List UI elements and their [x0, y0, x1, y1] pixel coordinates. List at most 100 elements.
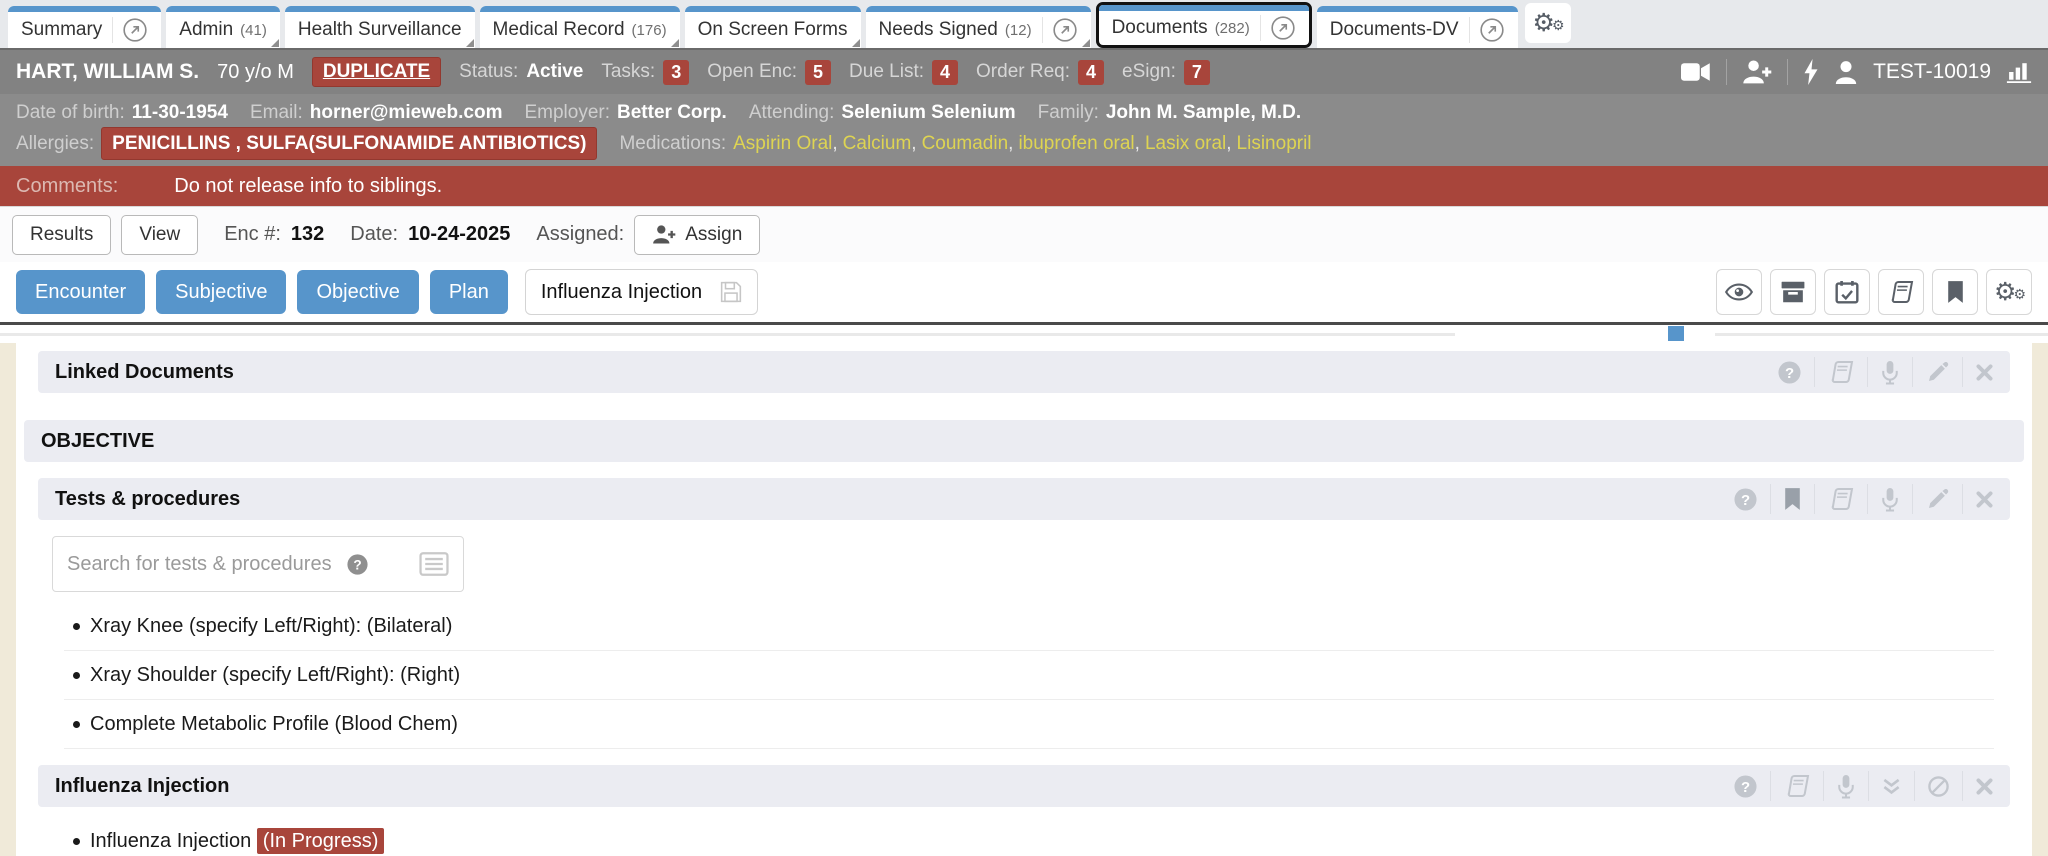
section-title: Tests & procedures	[55, 488, 240, 511]
nav-button-subjective[interactable]: Subjective	[156, 270, 286, 314]
results-button[interactable]: Results	[12, 215, 111, 255]
view-button[interactable]: View	[121, 215, 198, 255]
save-icon[interactable]	[720, 281, 742, 303]
microphone-button[interactable]	[1868, 487, 1912, 512]
counter-badge[interactable]: 3	[663, 60, 689, 85]
popout-icon[interactable]	[1042, 17, 1078, 43]
field-value-attending: Selenium Selenium	[841, 98, 1015, 127]
allergies-badge[interactable]: PENICILLINS , SULFA(SULFONAMIDE ANTIBIOT…	[101, 127, 597, 160]
nav-button-encounter[interactable]: Encounter	[16, 270, 145, 314]
tab-documents-dv[interactable]: Documents-DV	[1317, 6, 1518, 48]
pencil-button[interactable]	[1913, 361, 1962, 384]
tab-needs-signed[interactable]: Needs Signed(12)	[866, 6, 1091, 48]
counter-badge[interactable]: 4	[1078, 60, 1104, 85]
help-icon: ?	[1734, 488, 1757, 511]
calendar-check-button[interactable]	[1824, 269, 1870, 315]
medication-link-lasix-oral[interactable]: Lasix oral	[1145, 133, 1226, 154]
person-add-icon[interactable]	[1742, 60, 1772, 84]
med-separator: ,	[1226, 133, 1231, 154]
popout-icon[interactable]	[1260, 15, 1296, 41]
user-id[interactable]: TEST-10019	[1873, 60, 1991, 84]
counter-label: eSign:	[1122, 61, 1176, 83]
scrollbar-thumb[interactable]	[1668, 326, 1684, 341]
close-button[interactable]	[1963, 364, 2006, 381]
tab-medical-record[interactable]: Medical Record(176)	[480, 6, 680, 48]
tab-documents[interactable]: Documents(282)	[1096, 2, 1312, 48]
field-label-email: Email:	[250, 98, 303, 127]
chart-icon[interactable]	[2006, 61, 2032, 83]
tab-on-screen-forms[interactable]: On Screen Forms	[685, 6, 861, 48]
microphone-button[interactable]	[1868, 360, 1912, 385]
medication-link-lisinopril[interactable]: Lisinopril	[1237, 133, 1312, 154]
archive-button[interactable]	[1770, 269, 1816, 315]
microphone-button[interactable]	[1824, 774, 1868, 799]
patient-counter-due-list: Due List:4	[849, 60, 958, 85]
calendar-check-icon	[1835, 280, 1859, 304]
pencil-button[interactable]	[1913, 488, 1962, 511]
tests-search-input[interactable]	[67, 553, 349, 576]
counter-badge[interactable]: 5	[805, 60, 831, 85]
chevrons-down-button[interactable]	[1869, 778, 1914, 795]
medication-link-calcium[interactable]: Calcium	[843, 133, 912, 154]
tab-settings-button[interactable]: ⚙⚙	[1525, 3, 1571, 43]
eye-button[interactable]	[1716, 269, 1762, 315]
medication-link-ibuprofen-oral[interactable]: ibuprofen oral	[1018, 133, 1134, 154]
medication-link-coumadin[interactable]: Coumadin	[922, 133, 1009, 154]
book-button[interactable]	[1771, 774, 1823, 798]
test-item: Xray Knee (specify Left/Right): (Bilater…	[64, 602, 1994, 651]
patient-counter-esign: eSign: 7	[1122, 60, 1210, 85]
demographics-panel: Date of birth:11-30-1954Email:horner@mie…	[0, 94, 2048, 166]
book-button[interactable]	[1815, 487, 1867, 511]
book-button[interactable]	[1815, 360, 1867, 384]
prohibit-button[interactable]	[1915, 776, 1962, 797]
help-button[interactable]: ?	[1721, 775, 1770, 798]
medication-link-aspirin-oral[interactable]: Aspirin Oral	[733, 133, 832, 154]
popout-icon[interactable]	[112, 17, 148, 43]
tab-summary[interactable]: Summary	[8, 6, 161, 48]
patient-counters: Tasks:3Open Enc:5Due List:4Order Req:4eS…	[601, 60, 1210, 85]
comments-bar: Comments: Do not release info to sibling…	[0, 166, 2048, 206]
help-icon[interactable]: ?	[347, 554, 368, 575]
counter-badge[interactable]: 7	[1184, 60, 1210, 85]
nav-button-plan[interactable]: Plan	[430, 270, 508, 314]
svg-text:?: ?	[1741, 491, 1750, 508]
counter-badge[interactable]: 4	[932, 60, 958, 85]
duplicate-badge[interactable]: DUPLICATE	[312, 57, 441, 87]
field-value-date-of-birth: 11-30-1954	[132, 98, 228, 127]
gears-icon: ⚙⚙	[1533, 9, 1563, 37]
influenza-list: Influenza Injection (In Progress)	[64, 817, 1994, 856]
divider	[1787, 59, 1788, 85]
popout-icon[interactable]	[1469, 17, 1505, 43]
close-button[interactable]	[1963, 778, 2006, 795]
patient-name: HART, WILLIAM S.	[16, 60, 199, 84]
patient-counter-tasks: Tasks:3	[601, 60, 689, 85]
allergies-label: Allergies:	[16, 129, 94, 158]
bookmark-button[interactable]	[1932, 269, 1978, 315]
help-button[interactable]: ?	[1721, 488, 1770, 511]
bookmark-button[interactable]	[1771, 488, 1814, 510]
gears-button[interactable]: ⚙⚙	[1986, 269, 2032, 315]
field-label-date-of-birth: Date of birth:	[16, 98, 125, 127]
tab-count: (12)	[1005, 22, 1032, 39]
demographics-row2: Allergies: PENICILLINS , SULFA(SULFONAMI…	[16, 127, 2032, 160]
tab-health-surveillance[interactable]: Health Surveillance	[285, 6, 475, 48]
help-button[interactable]: ?	[1765, 361, 1814, 384]
bookmark-icon	[1947, 281, 1964, 303]
assign-button[interactable]: Assign	[634, 215, 760, 255]
svg-text:?: ?	[1741, 778, 1750, 795]
book-button[interactable]	[1878, 269, 1924, 315]
pencil-icon	[1926, 361, 1949, 384]
patient-counter-open-enc: Open Enc:5	[707, 60, 831, 85]
tab-label: Documents-DV	[1330, 19, 1459, 41]
close-button[interactable]	[1963, 491, 2006, 508]
chart-content: Linked Documents ? OBJECTIVE Tests & pro…	[0, 343, 2048, 856]
section-tests-procedures: Tests & procedures ?	[38, 478, 2010, 520]
nav-button-objective[interactable]: Objective	[297, 270, 418, 314]
status-badge: (In Progress)	[257, 828, 385, 854]
test-item: Complete Metabolic Profile (Blood Chem)	[64, 700, 1994, 749]
list-icon[interactable]	[419, 552, 449, 576]
lightning-icon[interactable]	[1803, 59, 1819, 85]
section-icons: ?	[1721, 484, 2006, 514]
video-camera-icon[interactable]	[1681, 62, 1711, 82]
tab-admin[interactable]: Admin(41)	[166, 6, 280, 48]
